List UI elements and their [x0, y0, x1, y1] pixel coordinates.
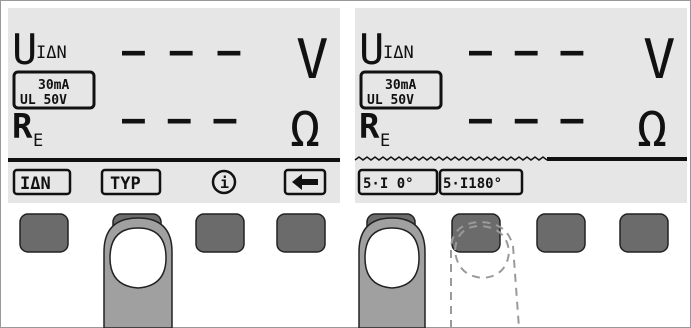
lcd-symbol-u: U [359, 25, 384, 74]
lcd-separator [8, 158, 340, 162]
lcd-symbol-r: R [12, 107, 33, 147]
lcd-unit-v: V [296, 28, 329, 91]
lcd-value-top: – – – [469, 29, 584, 73]
badge-line1: 30mA [385, 78, 416, 93]
lcd-subscript-e: E [33, 131, 43, 151]
softkey-idn-label: IΔN [20, 174, 51, 194]
lcd-subscript-idn: IΔN [383, 43, 414, 63]
hardware-button-4[interactable] [276, 213, 326, 253]
hardware-button-3[interactable] [536, 213, 586, 253]
lcd-symbol-u: U [12, 25, 37, 74]
lcd-unit-ohm: Ω [290, 100, 320, 158]
lcd-value-bottom: – – – [122, 97, 237, 141]
panel-left: U IΔN – – – V 30mA UL 50V R E – – – Ω IΔ… [0, 0, 344, 328]
softkey-5i180-label: 5·I180° [443, 176, 502, 192]
badge-line1: 30mA [38, 78, 69, 93]
lcd-symbol-r: R [359, 107, 380, 147]
lcd-value-top: – – – [122, 29, 241, 73]
panel-left-svg: U IΔN – – – V 30mA UL 50V R E – – – Ω IΔ… [8, 8, 340, 328]
hardware-button-4[interactable] [619, 213, 669, 253]
softkey-5i0-label: 5·I 0° [363, 176, 414, 192]
lcd-subscript-idn: IΔN [36, 43, 67, 63]
panel-right-svg: U IΔN – – – V 30mA UL 50V R E – – – Ω 5·… [354, 8, 687, 328]
lcd-subscript-e: E [380, 131, 390, 151]
fingernail-icon [109, 227, 167, 289]
lcd-value-bottom: – – – [469, 97, 584, 141]
hardware-button-3[interactable] [195, 213, 245, 253]
hardware-button-1[interactable] [19, 213, 69, 253]
softkey-typ-label: TYP [110, 174, 141, 194]
lcd-unit-ohm: Ω [637, 100, 667, 158]
fingernail-icon [364, 227, 420, 289]
hardware-button-2[interactable] [451, 213, 501, 253]
badge-line2: UL 50V [367, 93, 414, 108]
softkey-info-label: i [220, 174, 229, 192]
badge-line2: UL 50V [20, 93, 67, 108]
lcd-unit-v: V [643, 28, 676, 91]
lcd-separator [547, 157, 687, 161]
panel-right: U IΔN – – – V 30mA UL 50V R E – – – Ω 5·… [347, 0, 691, 328]
